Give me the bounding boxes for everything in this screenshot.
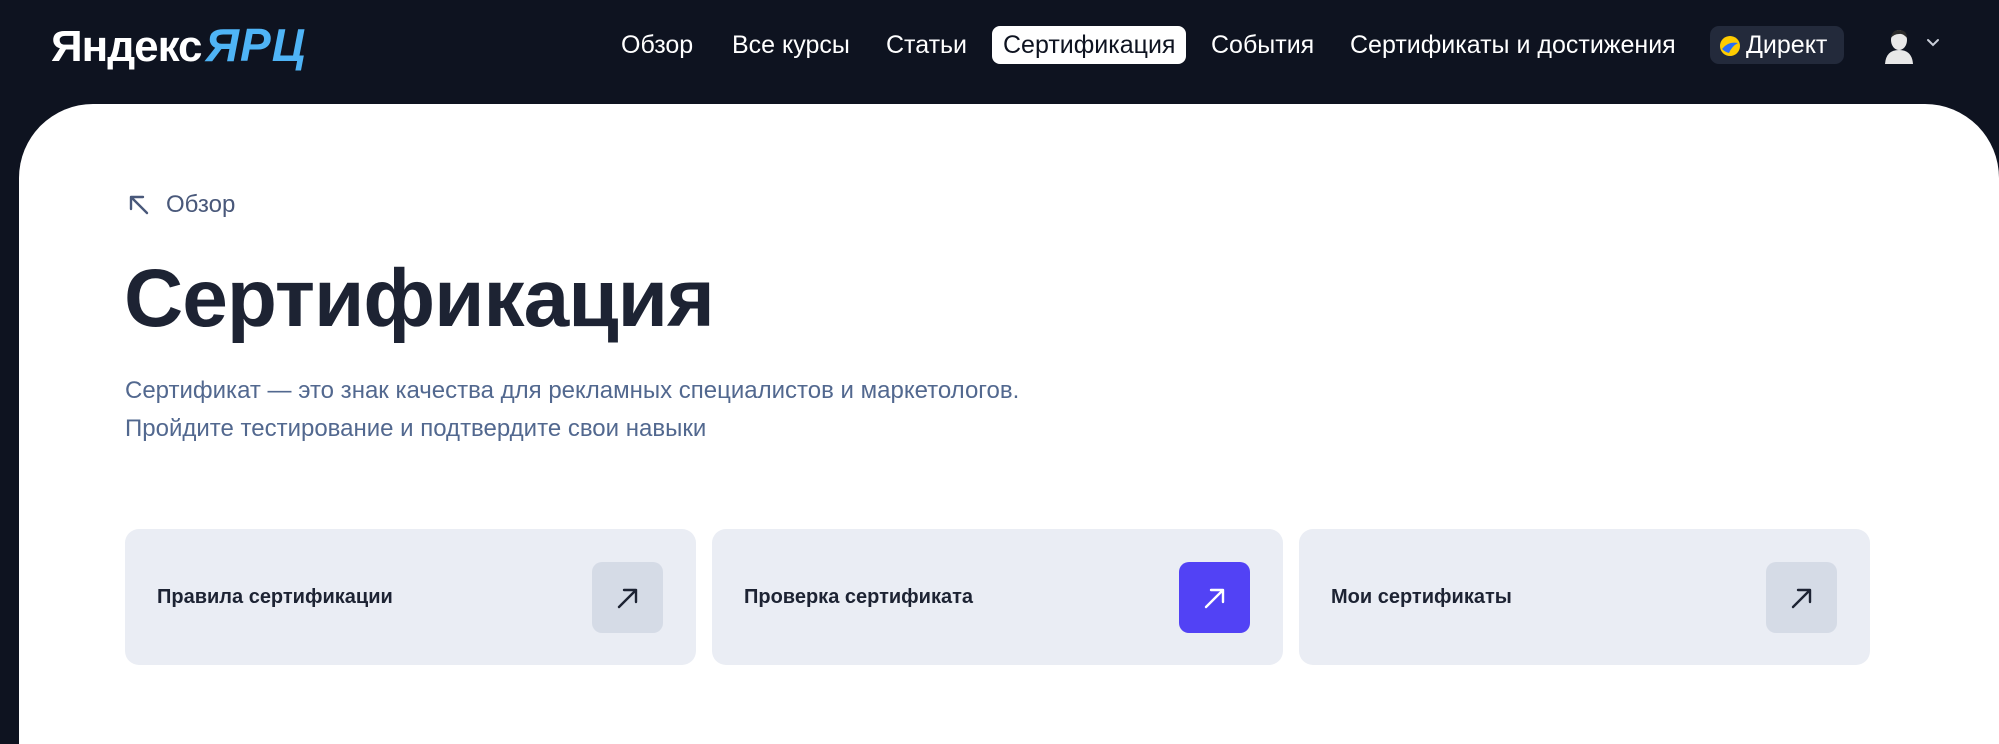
card-open-button[interactable]	[592, 562, 663, 633]
direkt-label: Директ	[1746, 31, 1828, 59]
nav-item-certification[interactable]: Сертификация	[992, 26, 1187, 64]
page-description: Сертификат — это знак качества для рекла…	[125, 372, 1225, 448]
card-certificate-check[interactable]: Проверка сертификата	[712, 529, 1283, 665]
nav-item-events[interactable]: События	[1200, 26, 1325, 64]
arrow-up-right-icon	[617, 588, 637, 608]
direkt-button[interactable]: Директ	[1710, 26, 1844, 64]
main-nav: Обзор Все курсы Статьи Сертификация Собы…	[0, 26, 1999, 64]
arrow-up-left-icon	[129, 195, 149, 215]
description-line-1: Сертификат — это знак качества для рекла…	[125, 377, 1020, 404]
nav-item-all-courses[interactable]: Все курсы	[721, 26, 861, 64]
top-navigation-bar: Яндекс ЯРЦ Обзор Все курсы Статьи Сертиф…	[0, 0, 1999, 104]
card-my-certificates[interactable]: Мои сертификаты	[1299, 529, 1870, 665]
card-label: Мои сертификаты	[1331, 586, 1512, 608]
nav-item-overview[interactable]: Обзор	[610, 26, 704, 64]
card-label: Проверка сертификата	[744, 586, 974, 608]
card-label: Правила сертификации	[157, 586, 393, 608]
card-certification-rules[interactable]: Правила сертификации	[125, 529, 696, 665]
chevron-down-icon[interactable]	[1926, 38, 1940, 48]
nav-item-articles[interactable]: Статьи	[875, 26, 978, 64]
nav-item-certificates-achievements[interactable]: Сертификаты и достижения	[1339, 26, 1687, 64]
user-avatar-icon[interactable]	[1882, 28, 1916, 64]
yandex-direct-icon	[1720, 36, 1740, 56]
description-line-2: Пройдите тестирование и подтвердите свои…	[125, 415, 707, 442]
arrow-up-right-icon	[1204, 588, 1224, 608]
card-open-button[interactable]	[1179, 562, 1250, 633]
page-title: Сертификация	[124, 253, 715, 344]
card-open-button[interactable]	[1766, 562, 1837, 633]
arrow-up-right-icon	[1791, 588, 1811, 608]
back-link[interactable]: Обзор	[126, 190, 235, 220]
back-link-label: Обзор	[166, 191, 236, 218]
